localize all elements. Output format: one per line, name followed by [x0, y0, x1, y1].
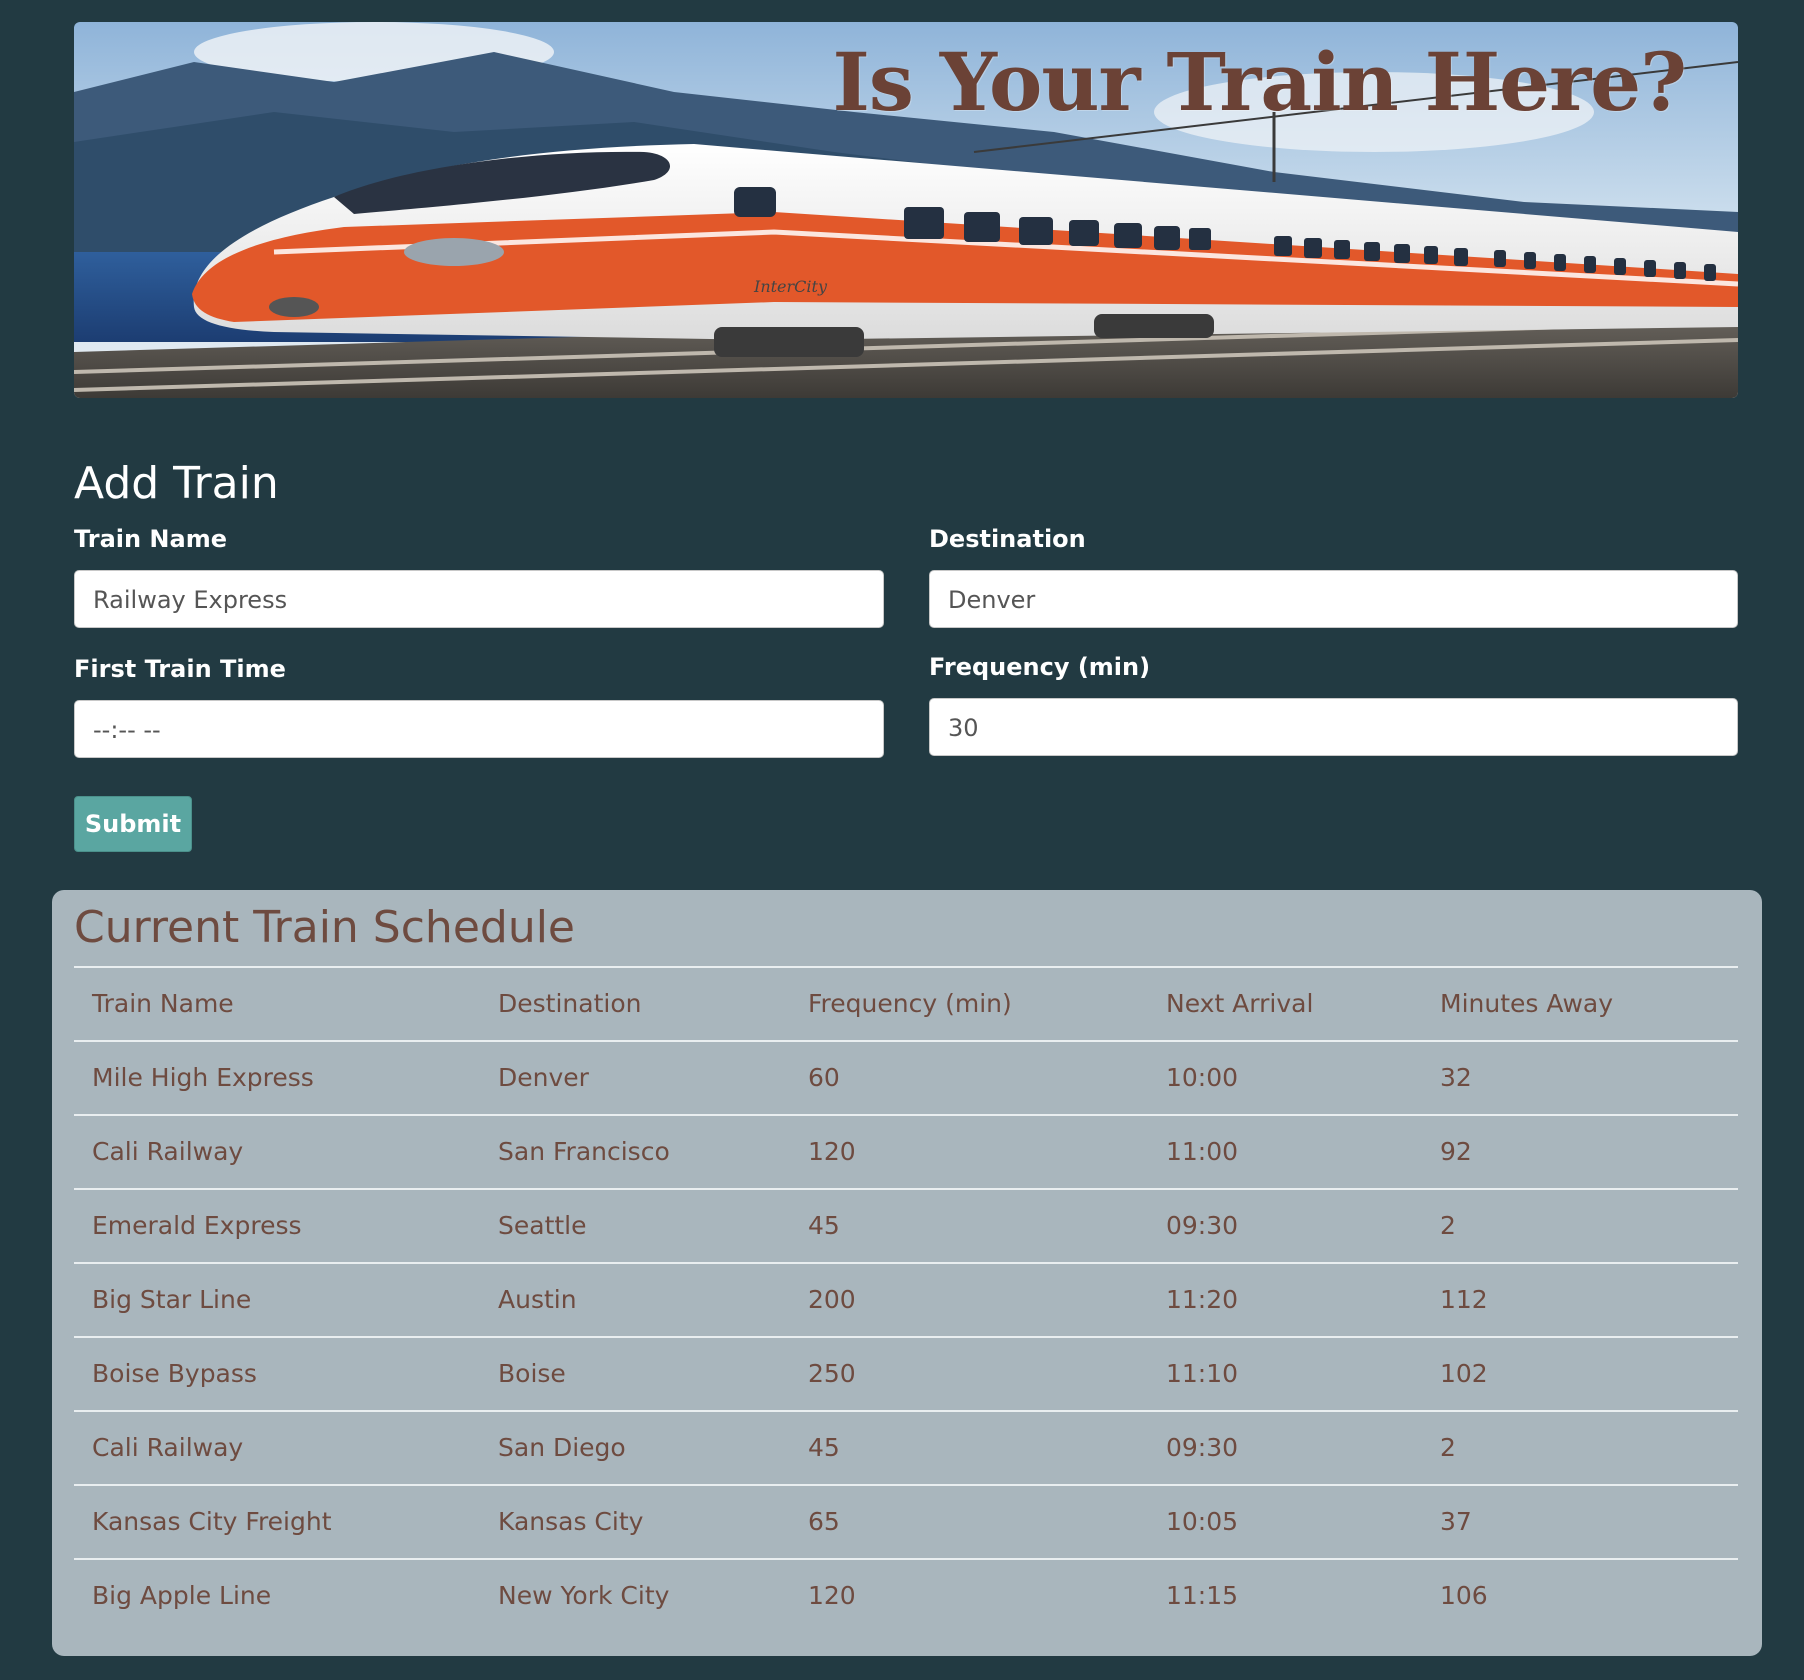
cell-train-name: Kansas City Freight — [92, 1507, 332, 1536]
column-header-next-arrival: Next Arrival — [1166, 989, 1314, 1018]
submit-button[interactable]: Submit — [74, 796, 192, 852]
cell-minutes-away: 112 — [1440, 1285, 1488, 1314]
cell-frequency: 65 — [808, 1507, 840, 1536]
cell-next-arrival: 11:15 — [1166, 1581, 1239, 1610]
table-row: Big Apple Line New York City 120 11:15 1… — [74, 1560, 1738, 1634]
cell-frequency: 45 — [808, 1433, 840, 1462]
train-schedule-panel: Current Train Schedule Train Name Destin… — [52, 890, 1762, 1656]
cell-destination: San Diego — [498, 1433, 626, 1462]
page: InterCity Is Your Train Here? Add Train … — [0, 0, 1804, 1680]
table-row: Mile High Express Denver 60 10:00 32 — [74, 1042, 1738, 1116]
cell-train-name: Emerald Express — [92, 1211, 302, 1240]
add-train-heading: Add Train — [74, 458, 279, 509]
cell-train-name: Mile High Express — [92, 1063, 314, 1092]
cell-train-name: Boise Bypass — [92, 1359, 257, 1388]
cell-destination: New York City — [498, 1581, 670, 1610]
column-header-train-name: Train Name — [92, 989, 234, 1018]
destination-input[interactable]: Denver — [929, 570, 1738, 628]
cell-train-name: Big Apple Line — [92, 1581, 272, 1610]
cell-train-name: Cali Railway — [92, 1433, 244, 1462]
table-row: Kansas City Freight Kansas City 65 10:05… — [74, 1486, 1738, 1560]
cell-next-arrival: 10:05 — [1166, 1507, 1239, 1536]
cell-destination: Seattle — [498, 1211, 587, 1240]
table-row: Cali Railway San Diego 45 09:30 2 — [74, 1412, 1738, 1486]
column-header-minutes-away: Minutes Away — [1440, 989, 1614, 1018]
cell-frequency: 120 — [808, 1581, 856, 1610]
cell-frequency: 60 — [808, 1063, 840, 1092]
cell-next-arrival: 11:10 — [1166, 1359, 1239, 1388]
cell-next-arrival: 10:00 — [1166, 1063, 1239, 1092]
cell-destination: Austin — [498, 1285, 577, 1314]
train-logo-text: InterCity — [753, 277, 828, 296]
cell-minutes-away: 102 — [1440, 1359, 1488, 1388]
cell-train-name: Cali Railway — [92, 1137, 244, 1166]
cell-minutes-away: 2 — [1440, 1211, 1456, 1240]
column-header-destination: Destination — [498, 989, 642, 1018]
cell-frequency: 120 — [808, 1137, 856, 1166]
first-train-time-label: First Train Time — [74, 655, 286, 683]
table-row: Cali Railway San Francisco 120 11:00 92 — [74, 1116, 1738, 1190]
cell-minutes-away: 92 — [1440, 1137, 1472, 1166]
cell-destination: Denver — [498, 1063, 589, 1092]
schedule-title: Current Train Schedule — [74, 902, 575, 953]
table-header-row: Train Name Destination Frequency (min) N… — [74, 968, 1738, 1042]
cell-destination: San Francisco — [498, 1137, 670, 1166]
schedule-table: Train Name Destination Frequency (min) N… — [74, 966, 1738, 1634]
header-banner: InterCity Is Your Train Here? — [74, 22, 1738, 398]
first-train-time-input[interactable]: --:-- -- — [74, 700, 884, 758]
cell-frequency: 250 — [808, 1359, 856, 1388]
frequency-input[interactable]: 30 — [929, 698, 1738, 756]
table-row: Boise Bypass Boise 250 11:10 102 — [74, 1338, 1738, 1412]
destination-label: Destination — [929, 525, 1086, 553]
cell-minutes-away: 2 — [1440, 1433, 1456, 1462]
cell-next-arrival: 09:30 — [1166, 1211, 1239, 1240]
page-title: Is Your Train Here? — [832, 35, 1687, 129]
cell-frequency: 45 — [808, 1211, 840, 1240]
cell-next-arrival: 11:00 — [1166, 1137, 1239, 1166]
cell-minutes-away: 37 — [1440, 1507, 1472, 1536]
train-name-input[interactable]: Railway Express — [74, 570, 884, 628]
table-row: Big Star Line Austin 200 11:20 112 — [74, 1264, 1738, 1338]
cell-destination: Boise — [498, 1359, 566, 1388]
column-header-frequency: Frequency (min) — [808, 989, 1012, 1018]
cell-next-arrival: 09:30 — [1166, 1433, 1239, 1462]
cell-destination: Kansas City — [498, 1507, 644, 1536]
cell-minutes-away: 106 — [1440, 1581, 1488, 1610]
table-row: Emerald Express Seattle 45 09:30 2 — [74, 1190, 1738, 1264]
cell-next-arrival: 11:20 — [1166, 1285, 1239, 1314]
train-name-label: Train Name — [74, 525, 227, 553]
frequency-label: Frequency (min) — [929, 653, 1151, 681]
cell-minutes-away: 32 — [1440, 1063, 1472, 1092]
cell-train-name: Big Star Line — [92, 1285, 252, 1314]
cell-frequency: 200 — [808, 1285, 856, 1314]
